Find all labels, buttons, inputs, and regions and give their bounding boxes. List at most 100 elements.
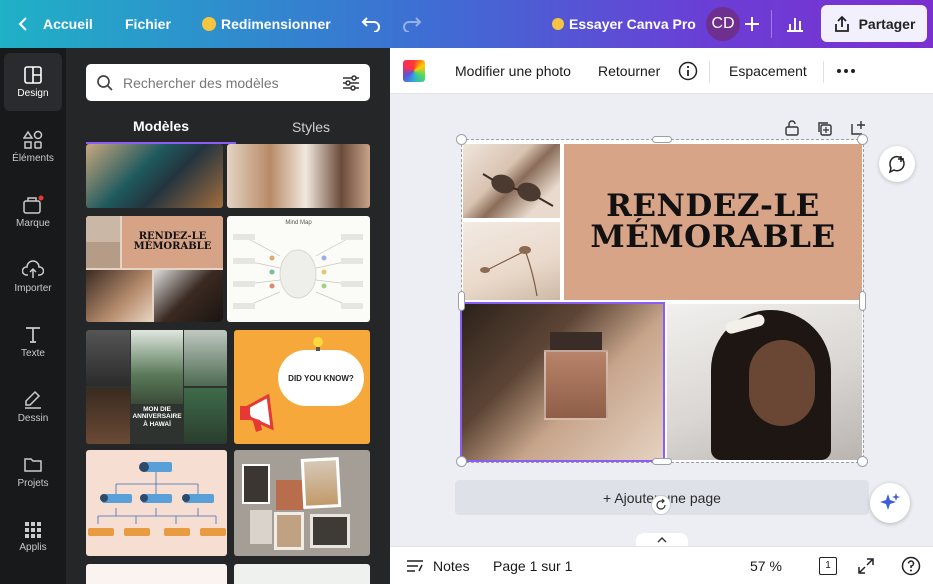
color-picker-button[interactable] bbox=[403, 48, 425, 94]
file-menu-button[interactable]: Fichier bbox=[125, 0, 171, 48]
spacing-button[interactable]: Espacement bbox=[729, 48, 807, 94]
more-options-button[interactable] bbox=[837, 48, 855, 94]
insights-button[interactable] bbox=[786, 0, 804, 48]
photo-perfume[interactable] bbox=[460, 302, 665, 462]
rail-item-design[interactable]: Design bbox=[4, 53, 62, 111]
dried-flower-icon bbox=[480, 246, 538, 297]
shapes-icon bbox=[23, 130, 43, 149]
template-thumbnail-orgchart[interactable] bbox=[86, 450, 227, 556]
share-label: Partager bbox=[858, 15, 916, 32]
template-thumbnail-mindmap[interactable]: Mind Map bbox=[227, 216, 370, 322]
lightbulb-icon bbox=[313, 337, 323, 351]
lock-icon[interactable] bbox=[785, 120, 799, 136]
crown-icon bbox=[202, 17, 216, 31]
zoom-level[interactable]: 57 % bbox=[750, 547, 782, 584]
duplicate-icon[interactable] bbox=[817, 121, 833, 137]
notes-button[interactable]: Notes bbox=[406, 547, 470, 584]
undo-button[interactable] bbox=[361, 0, 381, 48]
resize-handle[interactable] bbox=[857, 456, 868, 467]
color-swatch-icon bbox=[403, 60, 425, 82]
search-icon bbox=[97, 74, 113, 91]
template-thumbnail-birthday[interactable]: MON DIE ANNIVERSAIRE À HAWAÏ bbox=[86, 330, 227, 444]
photo-flowers[interactable] bbox=[463, 222, 560, 300]
magic-assistant-button[interactable] bbox=[870, 483, 910, 523]
redo-icon bbox=[403, 17, 422, 32]
mindmap-graphic bbox=[233, 234, 363, 309]
resize-label: Redimensionner bbox=[221, 16, 331, 32]
thumb-text: ANNIVERSAIRE bbox=[132, 413, 182, 421]
search-input[interactable] bbox=[123, 74, 333, 91]
resize-button[interactable]: Redimensionner bbox=[202, 0, 331, 48]
comment-button[interactable] bbox=[879, 146, 915, 182]
share-icon bbox=[834, 15, 849, 32]
folder-icon bbox=[24, 458, 42, 472]
resize-handle[interactable] bbox=[456, 134, 467, 145]
flip-button[interactable]: Retourner bbox=[598, 48, 660, 94]
thumb-text: MON DIE bbox=[143, 406, 171, 413]
share-button[interactable]: Partager bbox=[821, 5, 927, 42]
notes-label: Notes bbox=[433, 558, 470, 574]
chevron-left-icon bbox=[18, 17, 27, 31]
divider bbox=[771, 10, 772, 38]
template-thumbnail-didyouknow[interactable]: DID YOU KNOW? bbox=[234, 330, 370, 444]
rail-label: Importer bbox=[14, 283, 52, 294]
rail-item-projects[interactable]: Projets bbox=[4, 443, 62, 501]
photo-sunglasses[interactable] bbox=[463, 144, 560, 218]
avatar[interactable]: CD bbox=[706, 7, 740, 41]
rail-item-upload[interactable]: Importer bbox=[4, 248, 62, 306]
rail-label: Applis bbox=[19, 542, 47, 553]
rail-item-elements[interactable]: Éléments bbox=[4, 118, 62, 176]
rail-label: Projets bbox=[17, 478, 49, 489]
rail-item-text[interactable]: Texte bbox=[4, 313, 62, 371]
sparkle-icon bbox=[880, 493, 900, 510]
template-thumbnail[interactable] bbox=[86, 564, 227, 584]
back-home-button[interactable]: Accueil bbox=[18, 0, 93, 48]
expand-icon bbox=[858, 558, 874, 574]
try-pro-button[interactable]: Essayer Canva Pro bbox=[552, 0, 696, 48]
page-grid-button[interactable]: 1 bbox=[819, 547, 837, 584]
try-pro-label: Essayer Canva Pro bbox=[569, 16, 696, 32]
rotate-button[interactable] bbox=[651, 495, 671, 515]
rail-item-brand[interactable]: Marque bbox=[4, 183, 62, 241]
template-thumbnail-memorable[interactable]: RENDEZ-LE MÉMORABLE bbox=[86, 216, 223, 322]
rotate-icon bbox=[656, 499, 666, 510]
rail-item-apps[interactable]: Applis bbox=[4, 508, 62, 566]
add-member-button[interactable] bbox=[745, 0, 759, 48]
notes-icon bbox=[407, 560, 423, 572]
design-page[interactable]: RENDEZ-LE MÉMORABLE bbox=[460, 139, 864, 463]
redo-button[interactable] bbox=[402, 0, 422, 48]
thumb-headline: MÉMORABLE bbox=[133, 241, 212, 252]
headline-text: MÉMORABLE bbox=[590, 219, 836, 255]
resize-handle[interactable] bbox=[859, 291, 866, 311]
headline-text: RENDEZ-LE bbox=[606, 188, 820, 224]
filter-icon[interactable] bbox=[342, 74, 360, 91]
photo-portrait[interactable] bbox=[667, 304, 862, 460]
resize-handle[interactable] bbox=[857, 134, 868, 145]
resize-handle[interactable] bbox=[652, 136, 672, 143]
left-rail: Design Éléments Marque Importer Texte De… bbox=[0, 48, 66, 584]
fullscreen-button[interactable] bbox=[858, 547, 874, 584]
info-button[interactable] bbox=[678, 48, 698, 94]
template-thumbnail[interactable] bbox=[86, 144, 223, 208]
context-toolbar: Modifier une photo Retourner Espacement bbox=[390, 48, 933, 94]
headline-block[interactable]: RENDEZ-LE MÉMORABLE bbox=[564, 144, 862, 300]
template-thumbnail[interactable] bbox=[227, 144, 370, 208]
resize-handle[interactable] bbox=[456, 456, 467, 467]
rail-label: Éléments bbox=[12, 153, 54, 164]
draw-icon bbox=[25, 390, 41, 409]
tab-styles[interactable]: Styles bbox=[236, 110, 386, 144]
help-button[interactable] bbox=[901, 547, 921, 584]
edit-photo-button[interactable]: Modifier une photo bbox=[455, 48, 571, 94]
resize-handle[interactable] bbox=[458, 291, 465, 311]
rail-label: Texte bbox=[21, 348, 45, 359]
megaphone-icon bbox=[240, 393, 274, 432]
tab-models[interactable]: Modèles bbox=[86, 110, 236, 144]
resize-handle[interactable] bbox=[652, 458, 672, 465]
page-count-icon: 1 bbox=[819, 557, 837, 575]
rail-item-draw[interactable]: Dessin bbox=[4, 378, 62, 436]
template-thumbnail[interactable] bbox=[234, 564, 370, 584]
rail-label: Marque bbox=[16, 218, 50, 229]
template-thumbnail-moodboard[interactable] bbox=[234, 450, 370, 556]
crown-icon bbox=[552, 18, 564, 30]
expand-pages-button[interactable] bbox=[636, 533, 688, 547]
